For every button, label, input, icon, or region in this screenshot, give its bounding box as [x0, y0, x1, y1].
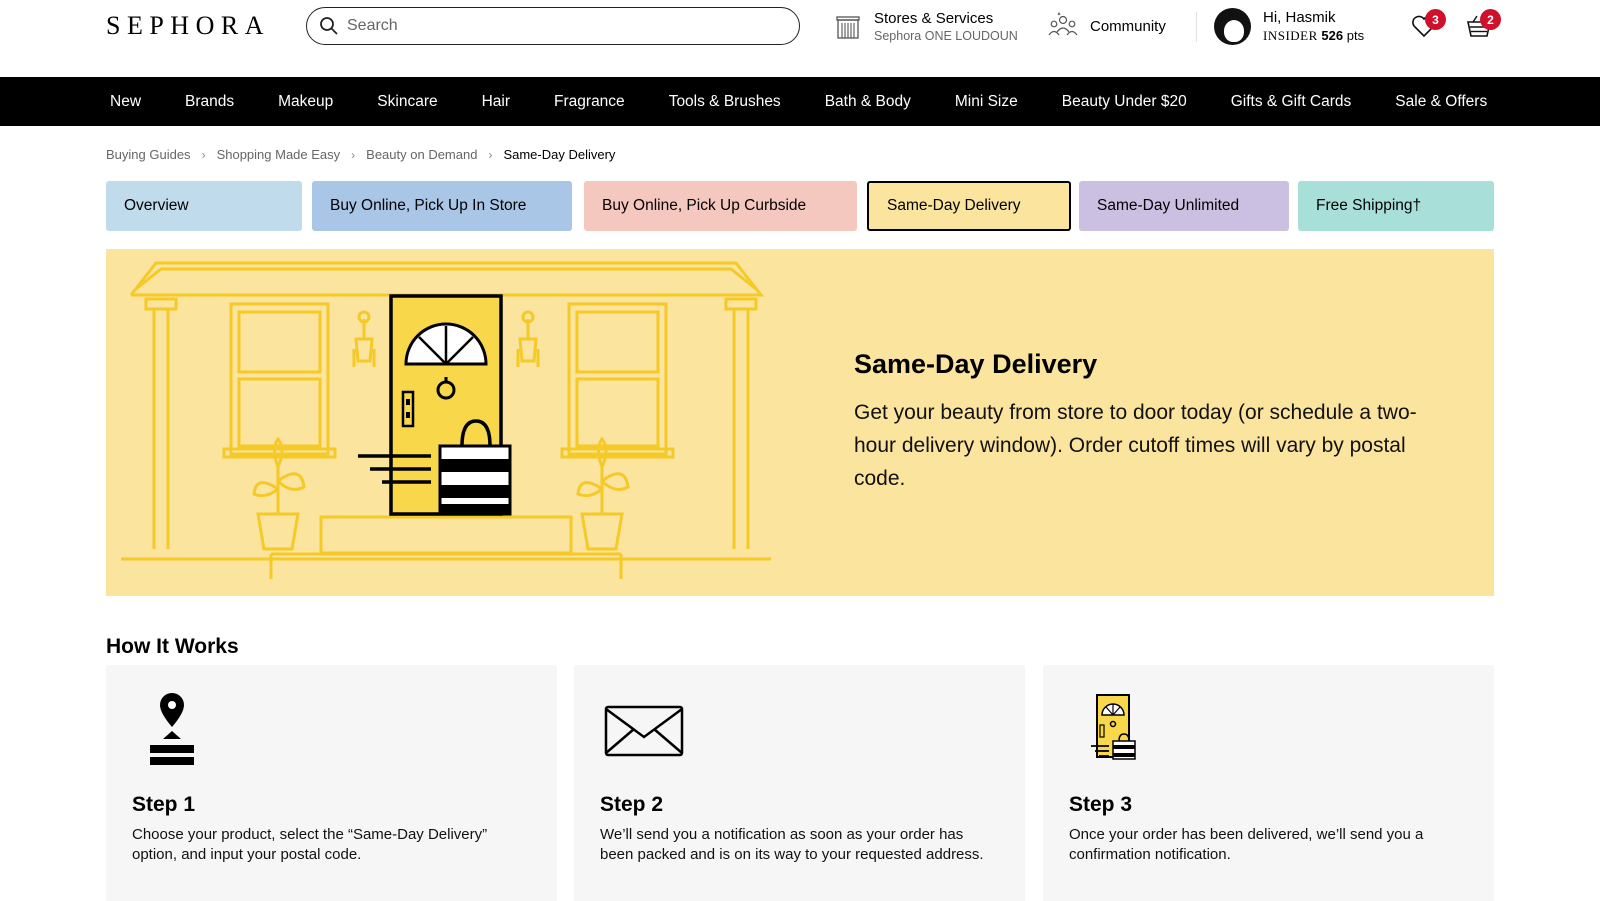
breadcrumb-shopping-made-easy[interactable]: Shopping Made Easy — [217, 147, 341, 162]
step-title: Step 3 — [1069, 793, 1133, 816]
nav-item-hair[interactable]: Hair — [482, 93, 510, 111]
loves-button[interactable]: 3 — [1410, 9, 1446, 44]
step-card-1: Step 1 Choose your product, select the “… — [106, 665, 557, 901]
greeting: Hi, Hasmik — [1263, 9, 1336, 26]
nav-item-bath-body[interactable]: Bath & Body — [825, 93, 911, 111]
tier-label: INSIDER — [1263, 28, 1318, 43]
breadcrumb-current: Same-Day Delivery — [503, 147, 616, 162]
stores-title: Stores & Services — [874, 10, 994, 27]
how-it-works-title: How It Works — [106, 635, 239, 658]
step-card-3: Step 3 Once your order has been delivere… — [1043, 665, 1494, 901]
search-bar[interactable] — [306, 7, 800, 45]
loves-count-badge: 3 — [1425, 9, 1446, 30]
basket-button[interactable]: 2 — [1465, 9, 1501, 44]
hero-title: Same-Day Delivery — [854, 349, 1098, 379]
points-value: 526 — [1321, 28, 1344, 43]
nav-item-beauty-under-20[interactable]: Beauty Under $20 — [1062, 93, 1187, 111]
tab-same-day-unlimited[interactable]: Same-Day Unlimited — [1079, 181, 1289, 231]
nav-item-gifts[interactable]: Gifts & Gift Cards — [1231, 93, 1352, 111]
header-divider — [1196, 12, 1197, 42]
service-tabs: Overview Buy Online, Pick Up In Store Bu… — [106, 181, 1494, 231]
community-label: Community — [1090, 17, 1166, 35]
house-door-illustration — [121, 261, 771, 579]
store-icon — [836, 16, 860, 39]
search-input[interactable] — [347, 17, 777, 35]
hero-description: Get your beauty from store to door today… — [854, 401, 1417, 490]
stores-services-link[interactable]: Stores & Services Sephora ONE LOUDOUN — [834, 10, 1018, 44]
sephora-logo[interactable]: SEPHORA — [106, 11, 270, 41]
hero-text: Same-Day Delivery Get your beauty from s… — [854, 349, 1454, 495]
chevron-right-icon: › — [488, 147, 493, 162]
points-unit: pts — [1346, 28, 1365, 43]
hero-banner: Same-Day Delivery Get your beauty from s… — [106, 249, 1494, 596]
basket-count-badge: 2 — [1480, 9, 1501, 30]
nav-item-mini-size[interactable]: Mini Size — [955, 93, 1018, 111]
nav-item-tools-brushes[interactable]: Tools & Brushes — [669, 93, 781, 111]
community-link[interactable]: Community — [1048, 12, 1166, 40]
nav-item-skincare[interactable]: Skincare — [377, 93, 437, 111]
nav-item-brands[interactable]: Brands — [185, 93, 234, 111]
store-location: Sephora ONE LOUDOUN — [874, 29, 1018, 43]
tab-free-shipping[interactable]: Free Shipping† — [1298, 181, 1494, 231]
envelope-icon — [604, 705, 684, 757]
location-pin-icon — [150, 693, 194, 765]
step-description: We’ll send you a notification as soon as… — [600, 826, 984, 863]
step-title: Step 1 — [132, 793, 196, 816]
main-nav: New Brands Makeup Skincare Hair Fragranc… — [0, 77, 1600, 126]
tab-curbside[interactable]: Buy Online, Pick Up Curbside — [584, 181, 857, 231]
account-menu[interactable]: Hi, Hasmik INSIDER 526 pts — [1214, 8, 1364, 45]
nav-item-makeup[interactable]: Makeup — [278, 93, 333, 111]
door-delivery-icon — [1091, 694, 1136, 760]
breadcrumb-beauty-on-demand[interactable]: Beauty on Demand — [366, 147, 477, 162]
tab-overview[interactable]: Overview — [106, 181, 302, 231]
points-summary: INSIDER 526 pts — [1263, 27, 1364, 44]
nav-item-sale-offers[interactable]: Sale & Offers — [1395, 93, 1487, 111]
tab-same-day-delivery[interactable]: Same-Day Delivery — [867, 181, 1071, 231]
step-card-2: Step 2 We’ll send you a notification as … — [574, 665, 1025, 901]
chevron-right-icon: › — [201, 147, 206, 162]
nav-item-fragrance[interactable]: Fragrance — [554, 93, 625, 111]
site-header: SEPHORA Stores & Services Sephora ONE LO… — [0, 0, 1600, 77]
avatar — [1214, 8, 1251, 45]
search-icon — [320, 17, 338, 35]
step-description: Choose your product, select the “Same-Da… — [132, 826, 488, 863]
breadcrumb: Buying Guides › Shopping Made Easy › Bea… — [106, 147, 615, 162]
community-icon — [1048, 12, 1078, 36]
step-description: Once your order has been delivered, we’l… — [1069, 826, 1424, 863]
chevron-right-icon: › — [351, 147, 356, 162]
tab-bopis[interactable]: Buy Online, Pick Up In Store — [312, 181, 572, 231]
breadcrumb-buying-guides[interactable]: Buying Guides — [106, 147, 191, 162]
step-title: Step 2 — [600, 793, 664, 816]
nav-item-new[interactable]: New — [110, 93, 141, 111]
